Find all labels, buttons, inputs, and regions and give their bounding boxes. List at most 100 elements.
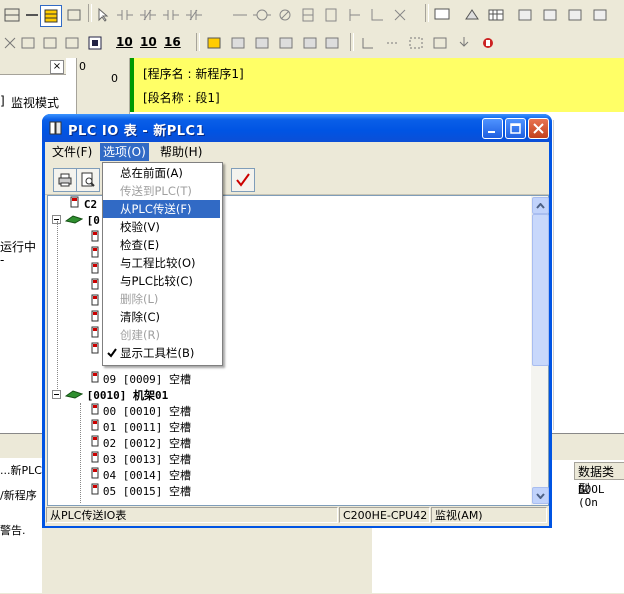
tree-slot[interactable]: 05 [0015] 空槽 (91, 483, 191, 499)
menu-check[interactable]: 检查(E) (103, 236, 220, 254)
tool-h-icon[interactable] (276, 33, 296, 53)
menu-delete: 删除(L) (120, 292, 159, 306)
tool4-icon[interactable] (590, 5, 610, 25)
tool2-icon[interactable] (540, 5, 560, 25)
slot-icon (91, 230, 99, 245)
maximize-button[interactable] (505, 118, 526, 139)
tool-k-icon[interactable] (358, 33, 378, 53)
ladder-view-icon[interactable] (40, 5, 62, 27)
tree-slot[interactable]: 04 [0014] 空槽 (91, 467, 191, 483)
hex16-button[interactable]: 16 (164, 35, 181, 49)
verify-button[interactable] (231, 168, 255, 192)
menu-verify[interactable]: 校验(V) (103, 218, 220, 236)
tree-slot[interactable]: 03 [0013] 空槽 (91, 451, 191, 467)
tool1-icon[interactable] (515, 5, 535, 25)
close-button[interactable] (528, 118, 549, 139)
tree-slot[interactable]: 01 [0011] 空槽 (91, 419, 191, 435)
monitor-icon[interactable] (432, 5, 452, 25)
tree-slot-09[interactable]: 09 [0009] 空槽 (91, 371, 191, 387)
grid-icon[interactable] (2, 5, 22, 25)
compile-icon[interactable] (478, 33, 498, 53)
rack-icon (64, 213, 84, 227)
tool-a-icon[interactable] (0, 33, 20, 53)
delete-line-icon[interactable] (390, 5, 410, 25)
tab-new-plc[interactable]: ...新PLC (0, 462, 42, 478)
dec10-button[interactable]: 10 (140, 35, 157, 49)
tree-rack-01[interactable]: [0010] 机架01 (52, 387, 168, 403)
list-view-icon[interactable] (64, 5, 84, 25)
menu-transfer-from-plc[interactable]: 从PLC传送(F) (103, 200, 220, 218)
tool-b-icon[interactable] (18, 33, 38, 53)
pointer-icon[interactable] (93, 5, 113, 25)
tree-slot[interactable]: 02 [0012] 空槽 (91, 435, 191, 451)
rung-address: 0 (111, 72, 118, 85)
line-icon[interactable] (22, 5, 42, 25)
instruction2-icon[interactable] (321, 5, 341, 25)
tab-program[interactable]: /新程序 (0, 487, 37, 503)
dialog-title: PLC IO 表 - 新PLC1 (68, 124, 206, 139)
online-icon[interactable] (462, 5, 482, 25)
menu-compare-plc[interactable]: 与PLC比较(C) (103, 272, 220, 290)
scroll-thumb[interactable] (532, 214, 549, 366)
tree-rack-00[interactable]: [0 (52, 212, 100, 228)
tool-f-icon[interactable] (228, 33, 248, 53)
menu-show-toolbar[interactable]: 显示工具栏(B) (103, 344, 220, 362)
tree-slot[interactable]: 00 [0010] 空槽 (91, 403, 191, 419)
tool-e-icon[interactable] (85, 33, 105, 53)
contact-or-icon[interactable] (161, 5, 181, 25)
slot-label: 09 [0009] 空槽 (102, 373, 192, 386)
panel-close-icon[interactable]: × (50, 60, 64, 74)
tool-m-icon[interactable] (406, 33, 426, 53)
menu-clear[interactable]: 清除(C) (103, 308, 220, 326)
warning-text: 警告. (0, 524, 26, 537)
download-icon[interactable] (454, 33, 474, 53)
tree-scrollbar[interactable] (531, 195, 549, 506)
tool-g-icon[interactable] (252, 33, 272, 53)
menu-help[interactable]: 帮助(H) (157, 143, 205, 161)
slot-icon (91, 483, 99, 495)
menu-always-on-top[interactable]: 总在前面(A) (103, 164, 220, 182)
tree-line (80, 403, 81, 503)
hex10-button[interactable]: 10 (116, 35, 133, 49)
plc-icon (70, 196, 80, 211)
program-name-label: [程序名 : 新程序1] (143, 67, 244, 81)
print-button[interactable] (53, 168, 77, 192)
scroll-down-button[interactable] (532, 487, 549, 504)
contact-ornc-icon[interactable] (184, 5, 204, 25)
menu-compare-project[interactable]: 与工程比较(O) (103, 254, 220, 272)
rung-number: 0 (79, 60, 86, 73)
tool3-icon[interactable] (565, 5, 585, 25)
menu-file[interactable]: 文件(F) (49, 143, 95, 161)
coil-icon[interactable] (252, 5, 272, 25)
corner-icon[interactable] (367, 5, 387, 25)
io-table-icon[interactable] (486, 5, 506, 25)
slot-label: 01 [0011] 空槽 (102, 421, 192, 434)
tree-line (57, 221, 58, 391)
tool-i-icon[interactable] (300, 33, 320, 53)
menu-options[interactable]: 选项(O) (100, 143, 149, 161)
coil-nc-icon[interactable] (275, 5, 295, 25)
preview-icon (81, 172, 95, 187)
status-message: 从PLC传送IO表 (46, 507, 338, 523)
rack1-label: [0010] 机架01 (86, 389, 169, 402)
minimize-button[interactable] (482, 118, 503, 139)
slot-icon (91, 278, 99, 293)
tool-l-icon[interactable] (382, 33, 402, 53)
ladder-right-area (553, 120, 624, 430)
instruction-icon[interactable] (298, 5, 318, 25)
tool-j-icon[interactable] (322, 33, 342, 53)
checkmark-icon (107, 348, 117, 358)
print-preview-button[interactable] (76, 168, 100, 192)
menu-create: 创建(R) (120, 328, 160, 342)
scroll-up-button[interactable] (532, 197, 549, 214)
tool-c-icon[interactable] (40, 33, 60, 53)
vline-icon[interactable] (344, 5, 364, 25)
section-icon[interactable] (204, 33, 224, 53)
contact-no-icon[interactable] (115, 5, 135, 25)
hline-icon[interactable] (230, 5, 250, 25)
tree-root[interactable]: C2 (70, 196, 97, 212)
slot-icon (91, 294, 99, 309)
contact-nc-icon[interactable] (138, 5, 158, 25)
tool-n-icon[interactable] (430, 33, 450, 53)
tool-d-icon[interactable] (62, 33, 82, 53)
